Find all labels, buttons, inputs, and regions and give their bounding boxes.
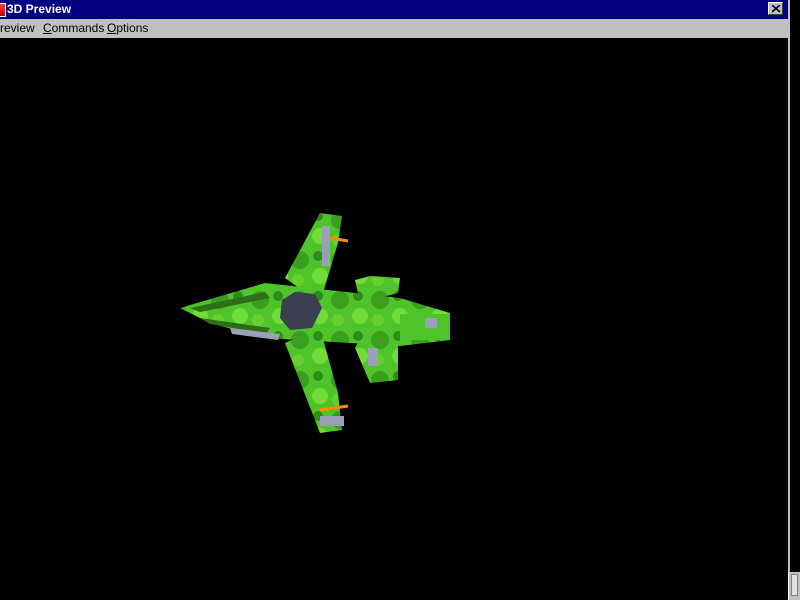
lower-tail-panel bbox=[368, 348, 378, 366]
menu-preview-label: review bbox=[0, 21, 35, 35]
menu-commands[interactable]: Commands bbox=[41, 19, 106, 38]
window-title: 3D Preview bbox=[7, 2, 72, 16]
3d-viewport[interactable] bbox=[0, 38, 788, 600]
menu-commands-accel: C bbox=[43, 21, 52, 35]
engine-panel bbox=[425, 318, 437, 328]
menu-bar: review Commands Options bbox=[0, 19, 788, 38]
jet-model-render bbox=[180, 213, 450, 433]
menu-options-accel: O bbox=[107, 21, 117, 35]
upper-wing-panel bbox=[322, 226, 330, 266]
preview-window: 3D Preview review Commands Options bbox=[0, 0, 800, 600]
menu-preview[interactable]: review bbox=[0, 19, 37, 38]
menu-options-label: ptions bbox=[116, 21, 149, 35]
title-bar[interactable]: 3D Preview bbox=[0, 0, 788, 19]
scroll-thumb[interactable] bbox=[791, 574, 798, 596]
lower-wing-panel bbox=[320, 416, 344, 426]
close-button[interactable] bbox=[768, 2, 783, 15]
vertical-scrollbar[interactable] bbox=[788, 572, 800, 600]
menu-commands-label: ommands bbox=[51, 21, 105, 35]
window-right-border bbox=[788, 0, 800, 600]
menu-options[interactable]: Options bbox=[105, 19, 150, 38]
border-edge bbox=[788, 0, 790, 600]
app-icon[interactable] bbox=[0, 3, 6, 17]
close-icon bbox=[772, 5, 781, 13]
